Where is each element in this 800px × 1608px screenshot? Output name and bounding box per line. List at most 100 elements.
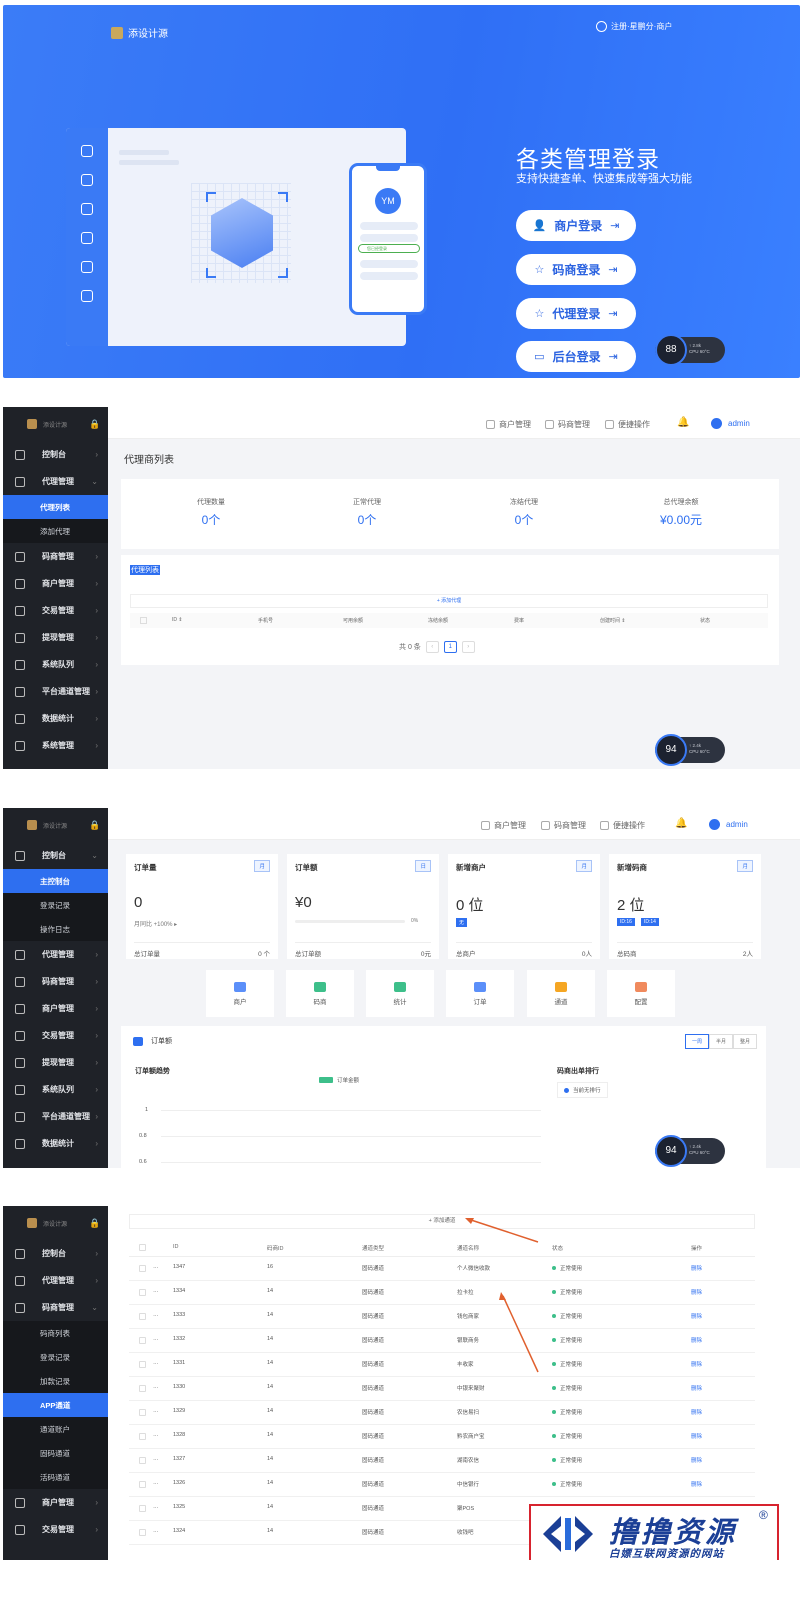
cpu-widget[interactable]: 88 ↑ 2.8k CPU 60°C <box>655 334 725 366</box>
tab-halfmonth[interactable]: 半月 <box>708 1034 733 1049</box>
sidebar-item[interactable]: 商户管理 › <box>3 1489 108 1516</box>
sidebar-subitem[interactable]: 通道账户 <box>3 1417 108 1441</box>
expand-icon[interactable]: … <box>153 1336 159 1342</box>
sidebar-item[interactable]: 提现管理 › <box>3 624 108 651</box>
row-checkbox[interactable] <box>139 1265 146 1272</box>
cpu-widget[interactable]: 94 ↑ 2.4k CPU 60°C <box>655 734 725 766</box>
sidebar-subitem[interactable]: 主控制台 <box>3 869 108 893</box>
sidebar-item[interactable]: 代理管理 › <box>3 941 108 968</box>
expand-icon[interactable]: … <box>153 1360 159 1366</box>
sidebar-subitem[interactable]: 固码通道 <box>3 1441 108 1465</box>
sidebar-subitem[interactable]: 操作日志 <box>3 917 108 941</box>
expand-icon[interactable]: … <box>153 1312 159 1318</box>
merchant-mgmt-link[interactable]: 商户管理 <box>486 419 531 430</box>
sidebar-item[interactable]: 商户管理 › <box>3 570 108 597</box>
sidebar-item[interactable]: 代理管理 ⌄ <box>3 468 108 495</box>
row-checkbox[interactable] <box>139 1481 146 1488</box>
cell-op[interactable]: 删除 <box>691 1360 702 1368</box>
sidebar-item[interactable]: 数据统计 › <box>3 705 108 732</box>
expand-icon[interactable]: … <box>153 1432 159 1438</box>
sidebar-item[interactable]: 交易管理 › <box>3 597 108 624</box>
sidebar-subitem[interactable]: 加款记录 <box>3 1369 108 1393</box>
expand-icon[interactable]: … <box>153 1456 159 1462</box>
cell-op[interactable]: 删除 <box>691 1480 702 1488</box>
row-checkbox[interactable] <box>139 1289 146 1296</box>
codebiz-login-button[interactable]: ☆ 码商登录 ⇥ <box>516 254 636 285</box>
next-page-button[interactable]: › <box>461 641 475 653</box>
merchant-mgmt-link[interactable]: 商户管理 <box>481 820 526 831</box>
quick-channels[interactable]: 通道 <box>527 970 595 1017</box>
sidebar-item[interactable]: 交易管理 › <box>3 1516 108 1543</box>
page-1-button[interactable]: 1 <box>443 641 457 653</box>
user-menu[interactable]: admin <box>711 418 750 429</box>
codebiz-mgmt-link[interactable]: 码商管理 <box>545 419 590 430</box>
quick-merchant[interactable]: 商户 <box>206 970 274 1017</box>
codebiz-mgmt-link[interactable]: 码商管理 <box>541 820 586 831</box>
row-checkbox[interactable] <box>139 1409 146 1416</box>
quick-ops-link[interactable]: 便捷操作 <box>600 820 645 831</box>
expand-icon[interactable]: … <box>153 1288 159 1294</box>
sidebar-subitem[interactable]: 代理列表 <box>3 495 108 519</box>
tab-month[interactable]: 整月 <box>732 1034 757 1049</box>
cell-op[interactable]: 删除 <box>691 1312 702 1320</box>
sidebar-item[interactable]: 数据统计 › <box>3 1130 108 1157</box>
cpu-widget[interactable]: 94 ↑ 2.4k CPU 60°C <box>655 1135 725 1167</box>
sidebar-item[interactable]: 系统队列 › <box>3 1076 108 1103</box>
quick-config[interactable]: 配置 <box>607 970 675 1017</box>
sidebar-item[interactable]: 控制台 › <box>3 441 108 468</box>
sidebar-item[interactable]: 代理管理 › <box>3 1267 108 1294</box>
register-link[interactable]: 注册·星鹏分·商户 <box>596 21 672 32</box>
cell-op[interactable]: 删除 <box>691 1408 702 1416</box>
expand-icon[interactable]: … <box>153 1504 159 1510</box>
user-menu[interactable]: admin <box>709 819 748 830</box>
sidebar-subitem[interactable]: 码商列表 <box>3 1321 108 1345</box>
quick-stats[interactable]: 统计 <box>366 970 434 1017</box>
sidebar-item[interactable]: 控制台 › <box>3 1240 108 1267</box>
cell-op[interactable]: 删除 <box>691 1432 702 1440</box>
select-all-checkbox[interactable] <box>140 617 147 624</box>
cell-op[interactable]: 删除 <box>691 1288 702 1296</box>
sidebar-item[interactable]: 码商管理 › <box>3 968 108 995</box>
sidebar-item[interactable]: 提现管理 › <box>3 1049 108 1076</box>
sidebar-subitem[interactable]: 添加代理 <box>3 519 108 543</box>
row-checkbox[interactable] <box>139 1505 146 1512</box>
add-agent-button[interactable]: + 添加代理 <box>130 594 768 608</box>
sidebar-item[interactable]: 商户管理 › <box>3 995 108 1022</box>
sidebar-item[interactable]: 平台通道管理 › <box>3 1103 108 1130</box>
sidebar-subitem[interactable]: 活码通道 <box>3 1465 108 1489</box>
prev-page-button[interactable]: ‹ <box>425 641 439 653</box>
sidebar-item[interactable]: 系统队列 › <box>3 651 108 678</box>
admin-login-button[interactable]: ▭ 后台登录 ⇥ <box>516 341 636 372</box>
sidebar-subitem[interactable]: 登录记录 <box>3 893 108 917</box>
sidebar-subitem[interactable]: 登录记录 <box>3 1345 108 1369</box>
row-checkbox[interactable] <box>139 1457 146 1464</box>
expand-icon[interactable]: … <box>153 1480 159 1486</box>
quick-ops-link[interactable]: 便捷操作 <box>605 419 650 430</box>
cell-op[interactable]: 删除 <box>691 1336 702 1344</box>
bell-icon[interactable]: 🔔 <box>677 417 689 428</box>
cell-op[interactable]: 删除 <box>691 1384 702 1392</box>
expand-icon[interactable]: … <box>153 1264 159 1270</box>
sidebar-item[interactable]: 码商管理 ⌄ <box>3 1294 108 1321</box>
sidebar-subitem[interactable]: APP通道 <box>3 1393 108 1417</box>
row-checkbox[interactable] <box>139 1361 146 1368</box>
row-checkbox[interactable] <box>139 1529 146 1536</box>
chart-legend[interactable]: 订单金额 <box>319 1076 359 1084</box>
row-checkbox[interactable] <box>139 1433 146 1440</box>
expand-icon[interactable]: … <box>153 1408 159 1414</box>
cell-op[interactable]: 删除 <box>691 1456 702 1464</box>
merchant-login-button[interactable]: 👤 商户登录 ⇥ <box>516 210 636 241</box>
add-channel-button[interactable]: + 添加通道 <box>129 1214 755 1229</box>
quick-codebiz[interactable]: 码商 <box>286 970 354 1017</box>
sidebar-item[interactable]: 控制台 ⌄ <box>3 842 108 869</box>
select-all-checkbox[interactable] <box>139 1244 146 1251</box>
expand-icon[interactable]: … <box>153 1384 159 1390</box>
tab-week[interactable]: 一周 <box>684 1034 709 1049</box>
sidebar-item[interactable]: 码商管理 › <box>3 543 108 570</box>
lock-icon[interactable]: 🔒 <box>89 1218 100 1229</box>
sidebar-item[interactable]: 平台通道管理 › <box>3 678 108 705</box>
bell-icon[interactable]: 🔔 <box>675 818 687 829</box>
row-checkbox[interactable] <box>139 1385 146 1392</box>
lock-icon[interactable]: 🔒 <box>89 419 100 430</box>
cell-op[interactable]: 删除 <box>691 1264 702 1272</box>
